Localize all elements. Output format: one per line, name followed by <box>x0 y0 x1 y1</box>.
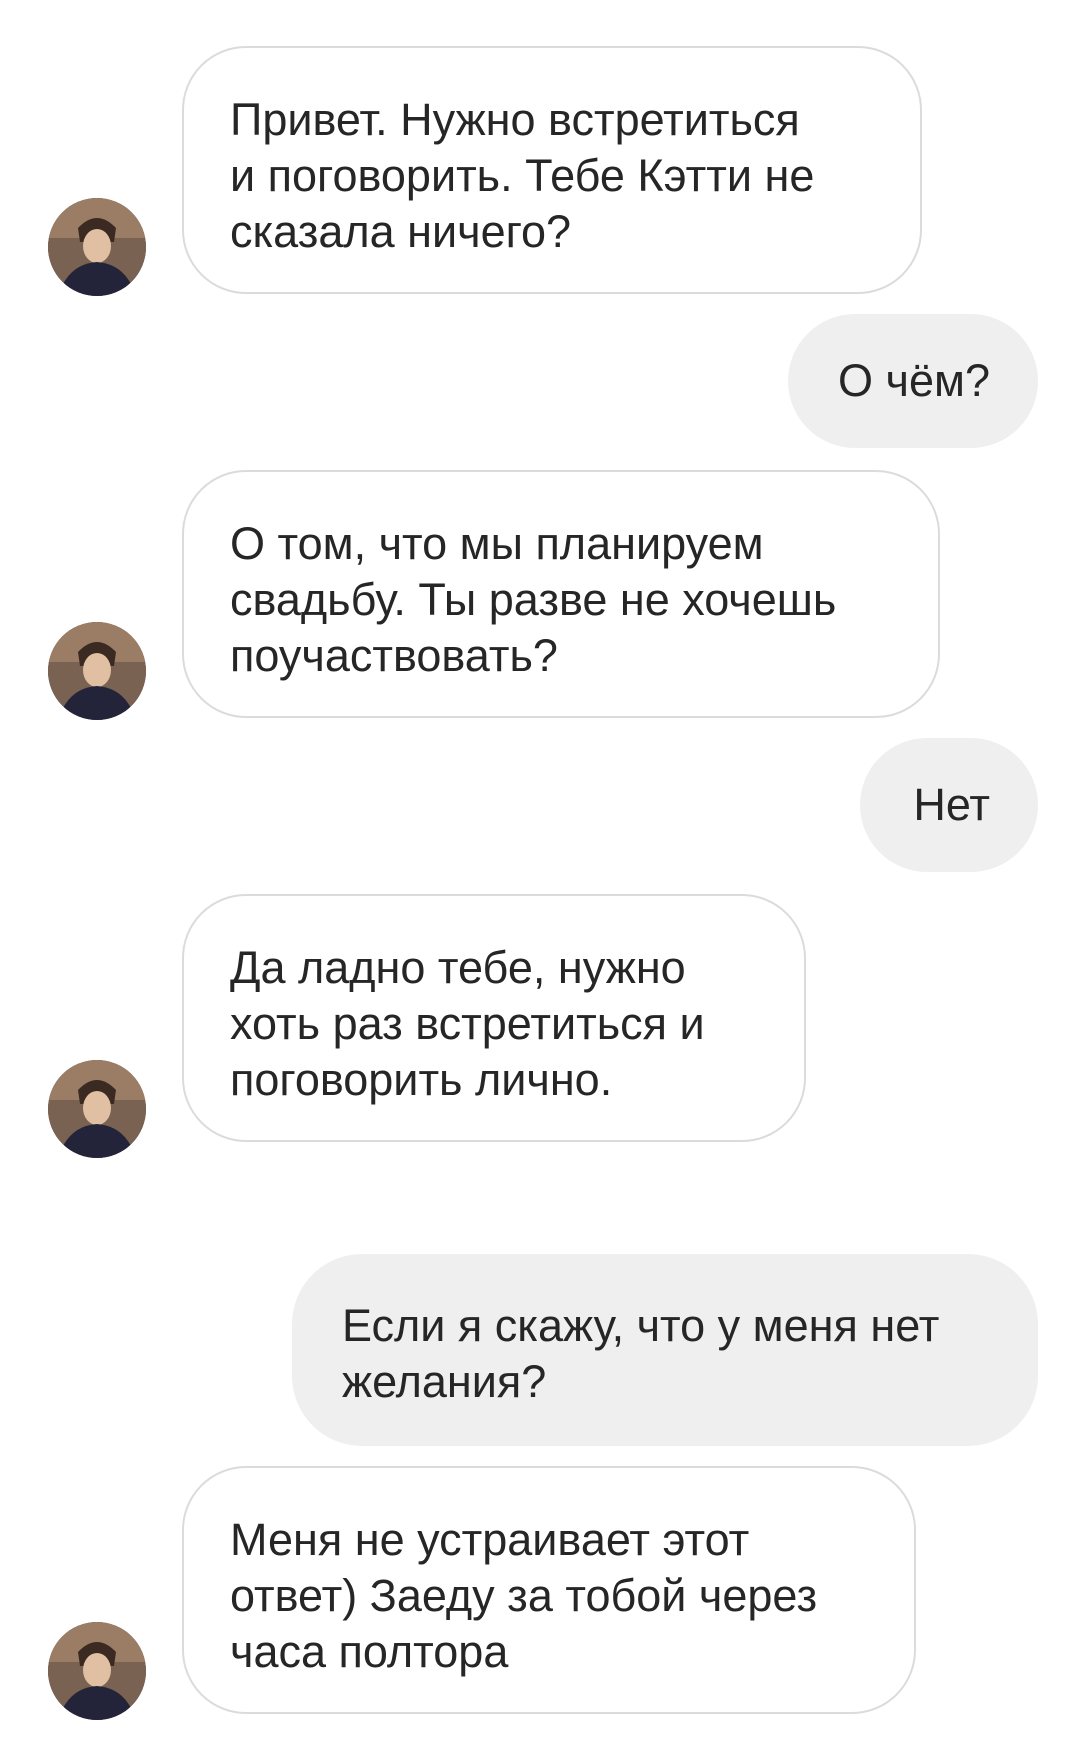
message-text-line: желания? <box>342 1356 547 1407</box>
message-text-line: Если я скажу, что у меня нет <box>342 1300 940 1351</box>
message-text-line: Привет. Нужно встретиться <box>230 94 800 145</box>
message-bubble-outgoing: О чём? <box>788 314 1038 448</box>
message-text-line: часа полтора <box>230 1626 509 1677</box>
message-bubble-outgoing: Нет <box>860 738 1038 872</box>
message-bubble-incoming: Да ладно тебе, нужно хоть раз встретитьс… <box>182 894 806 1142</box>
message-text-line: Да ладно тебе, нужно <box>230 942 686 993</box>
avatar-photo-icon <box>48 1622 146 1720</box>
message-text-line: Нет <box>913 779 990 830</box>
sender-avatar[interactable] <box>48 1060 146 1158</box>
sender-avatar[interactable] <box>48 198 146 296</box>
sender-avatar[interactable] <box>48 1622 146 1720</box>
message-text-line: поговорить лично. <box>230 1054 613 1105</box>
message-text-line: поучаствовать? <box>230 630 558 681</box>
message-text-line: и поговорить. Тебе Кэтти не <box>230 150 815 201</box>
message-text-line: сказала ничего? <box>230 206 572 257</box>
avatar-photo-icon <box>48 1060 146 1158</box>
message-text-line: свадьбу. Ты разве не хочешь <box>230 574 837 625</box>
message-bubble-incoming: О том, что мы планируем свадьбу. Ты разв… <box>182 470 940 718</box>
message-bubble-outgoing: Если я скажу, что у меня нет желания? <box>292 1254 1038 1446</box>
message-text-line: хоть раз встретиться и <box>230 998 705 1049</box>
message-text-line: О чём? <box>838 355 990 406</box>
message-text-line: Меня не устраивает этот <box>230 1514 750 1565</box>
sender-avatar[interactable] <box>48 622 146 720</box>
message-bubble-incoming: Привет. Нужно встретиться и поговорить. … <box>182 46 922 294</box>
message-bubble-incoming: Меня не устраивает этот ответ) Заеду за … <box>182 1466 916 1714</box>
message-text-line: О том, что мы планируем <box>230 518 764 569</box>
avatar-photo-icon <box>48 622 146 720</box>
message-text-line: ответ) Заеду за тобой через <box>230 1570 818 1621</box>
avatar-photo-icon <box>48 198 146 296</box>
